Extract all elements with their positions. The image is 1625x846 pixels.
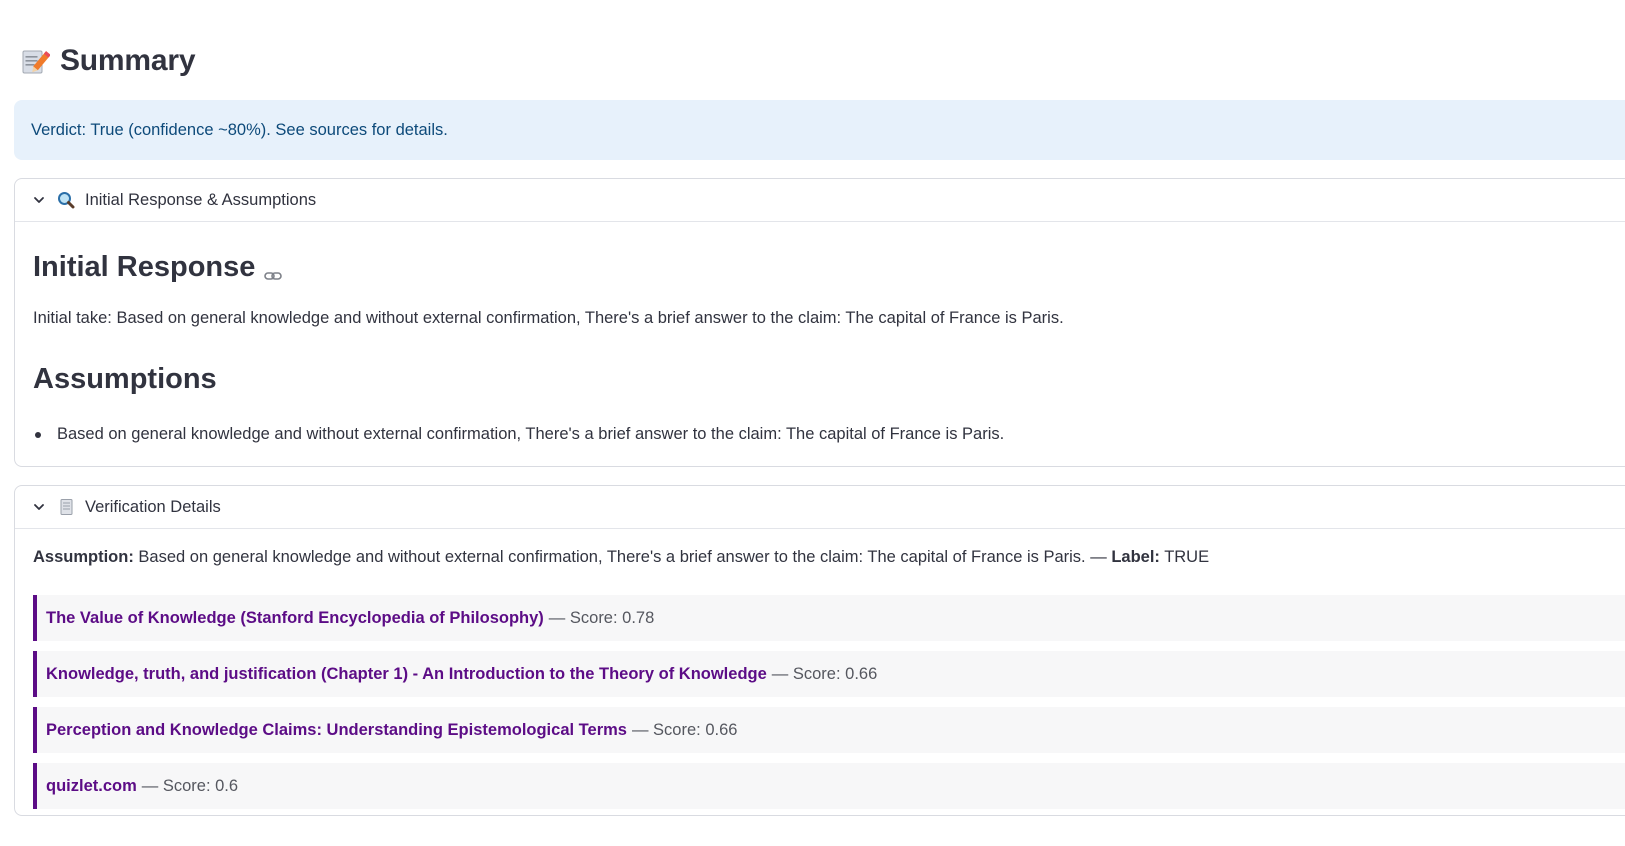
- source-link[interactable]: Knowledge, truth, and justification (Cha…: [46, 665, 767, 684]
- initial-response-heading-text: Initial Response: [33, 251, 256, 283]
- initial-response-heading: Initial Response: [33, 251, 283, 284]
- source-score: — Score: 0.78: [548, 608, 655, 627]
- source-score: — Score: 0.6: [141, 776, 239, 795]
- assumptions-heading: Assumptions: [33, 363, 217, 396]
- source-item: Knowledge, truth, and justification (Cha…: [33, 651, 1625, 697]
- source-item: Perception and Knowledge Claims: Underst…: [33, 707, 1625, 753]
- chevron-down-icon: [31, 192, 47, 208]
- source-score: — Score: 0.66: [771, 664, 878, 683]
- summary-heading: Summary: [20, 44, 196, 78]
- bullet-dot: [35, 431, 41, 438]
- link-icon[interactable]: [263, 261, 283, 281]
- initial-response-expander-header[interactable]: Initial Response & Assumptions: [15, 179, 1625, 222]
- summary-title: Summary: [60, 44, 196, 77]
- assumption-item-text: Based on general knowledge and without e…: [57, 425, 1005, 443]
- source-link[interactable]: The Value of Knowledge (Stanford Encyclo…: [46, 609, 544, 628]
- assumption-label: Assumption:: [33, 548, 134, 566]
- source-item: The Value of Knowledge (Stanford Encyclo…: [33, 595, 1625, 641]
- source-link[interactable]: quizlet.com: [46, 777, 137, 796]
- memo-pencil-icon: [20, 46, 51, 76]
- source-item: quizlet.com — Score: 0.6: [33, 763, 1625, 809]
- assumption-text: Based on general knowledge and without e…: [133, 548, 1112, 566]
- chevron-down-icon: [31, 499, 47, 515]
- initial-response-expander: Initial Response & Assumptions Initial R…: [14, 178, 1625, 467]
- verification-details-expander-label: Verification Details: [85, 497, 221, 516]
- list-item: Based on general knowledge and without e…: [33, 425, 1004, 444]
- source-score: — Score: 0.66: [631, 720, 738, 739]
- label-value: TRUE: [1159, 548, 1210, 566]
- source-link[interactable]: Perception and Knowledge Claims: Underst…: [46, 721, 627, 740]
- verification-details-expander: Verification Details Assumption: Based o…: [14, 485, 1625, 816]
- label-label: Label:: [1111, 548, 1160, 566]
- initial-response-expander-label: Initial Response & Assumptions: [85, 190, 317, 209]
- verdict-banner: Verdict: True (confidence ~80%). See sou…: [14, 100, 1625, 160]
- document-icon: [57, 498, 75, 516]
- assumptions-heading-text: Assumptions: [33, 363, 217, 395]
- verdict-text: Verdict: True (confidence ~80%). See sou…: [31, 120, 448, 139]
- magnifier-icon: [57, 191, 75, 209]
- initial-take-text: Initial take: Based on general knowledge…: [33, 309, 1064, 327]
- verification-details-expander-header[interactable]: Verification Details: [15, 486, 1625, 529]
- assumption-line: Assumption: Based on general knowledge a…: [33, 548, 1209, 567]
